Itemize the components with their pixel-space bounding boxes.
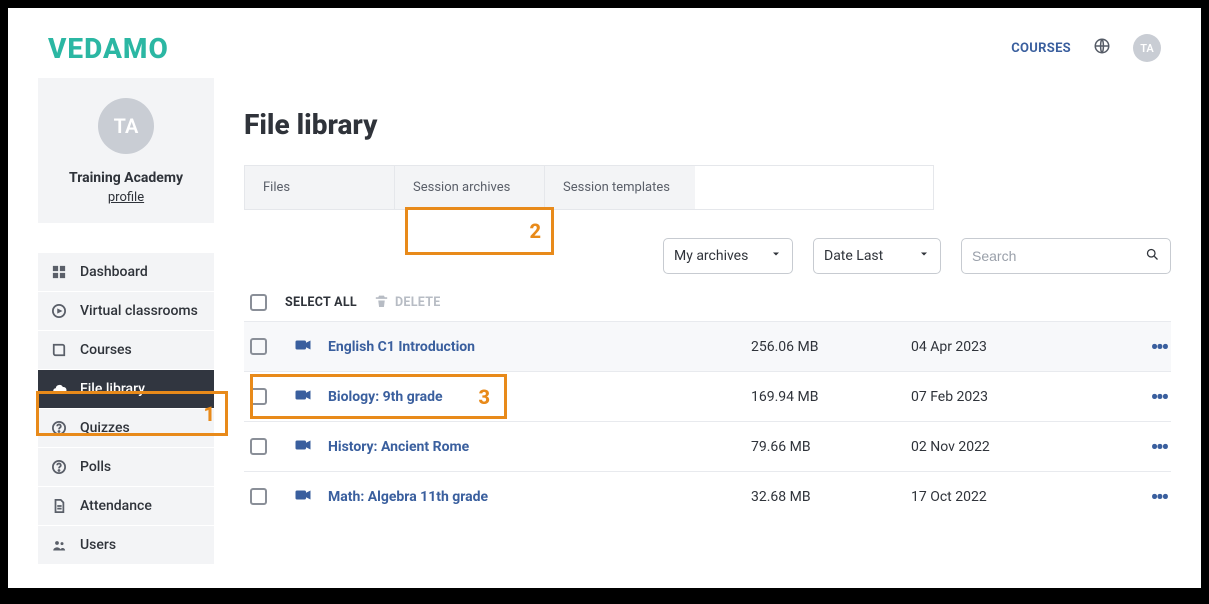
table-row[interactable]: Biology: 9th grade 169.94 MB 07 Feb 2023… [244,371,1171,421]
row-menu-icon[interactable]: ••• [1111,435,1171,459]
sidebar-item-label: Courses [80,342,132,358]
search-icon[interactable] [1145,247,1160,266]
tab-files[interactable]: Files [245,166,395,209]
row-size: 256.06 MB [751,339,911,355]
tabs: Files Session archives Session templates [244,165,934,210]
org-card: TA Training Academy profile [38,78,214,223]
tab-session-templates[interactable]: Session templates [545,166,695,209]
org-name: Training Academy [48,170,204,186]
row-name-link[interactable]: Biology: 9th grade [328,389,751,405]
row-name-link[interactable]: English C1 Introduction [328,339,751,355]
row-checkbox[interactable] [250,488,267,505]
users-icon [51,538,67,553]
controls: My archives Date Last [244,238,1171,274]
row-checkbox[interactable] [250,438,267,455]
sidebar-item-polls[interactable]: Polls [38,448,214,486]
sidebar-nav: Dashboard Virtual classrooms Courses Fil… [38,253,214,564]
sidebar-item-quizzes[interactable]: Quizzes [38,409,214,447]
book-icon [51,343,67,357]
row-date: 17 Oct 2022 [911,489,1111,505]
row-menu-icon[interactable]: ••• [1111,335,1171,359]
topbar-right: COURSES TA [1011,34,1161,62]
sort-select[interactable]: Date Last [813,238,941,274]
row-menu-icon[interactable]: ••• [1111,385,1171,409]
row-size: 169.94 MB [751,389,911,405]
chevron-down-icon [918,248,930,264]
select-all-button[interactable]: SELECT ALL [285,295,357,310]
sidebar-item-dashboard[interactable]: Dashboard [38,253,214,291]
table-row[interactable]: English C1 Introduction 256.06 MB 04 Apr… [244,321,1171,371]
sidebar-item-file-library[interactable]: File library [38,370,214,408]
row-date: 02 Nov 2022 [911,439,1111,455]
question-icon [51,460,67,474]
bulkbar: SELECT ALL DELETE [244,288,1171,321]
tab-session-archives[interactable]: Session archives [395,166,545,209]
search-box[interactable] [961,238,1171,274]
sidebar-item-attendance[interactable]: Attendance [38,487,214,525]
sidebar-item-label: File library [80,381,145,397]
sidebar-item-label: Attendance [80,498,152,514]
row-size: 32.68 MB [751,489,911,505]
select-value: My archives [674,248,748,264]
cloud-upload-icon [51,382,67,397]
sidebar-item-virtual-classrooms[interactable]: Virtual classrooms [38,292,214,330]
org-profile-link[interactable]: profile [108,190,144,205]
row-date: 04 Apr 2023 [911,339,1111,355]
chevron-down-icon [770,248,782,264]
archive-scope-select[interactable]: My archives [663,238,793,274]
question-icon [51,421,67,435]
sidebar-item-label: Polls [80,459,111,475]
avatar[interactable]: TA [1133,34,1161,62]
table-row[interactable]: History: Ancient Rome 79.66 MB 02 Nov 20… [244,421,1171,471]
page-title: File library [244,108,1171,141]
table-row[interactable]: Math: Algebra 11th grade 32.68 MB 17 Oct… [244,471,1171,521]
row-name-link[interactable]: History: Ancient Rome [328,439,751,455]
topbar: VEDAMO COURSES TA [8,8,1201,78]
file-icon [51,499,67,513]
sidebar-item-label: Quizzes [80,420,130,436]
play-circle-icon [51,304,67,318]
grid-icon [51,265,67,279]
camera-icon [294,386,328,408]
row-size: 79.66 MB [751,439,911,455]
row-name-link[interactable]: Math: Algebra 11th grade [328,489,751,505]
camera-icon [294,336,328,358]
sidebar-item-users[interactable]: Users [38,526,214,564]
search-input[interactable] [972,248,1145,264]
courses-link[interactable]: COURSES [1011,41,1071,56]
delete-label: DELETE [395,295,441,310]
brand-logo: VEDAMO [48,32,169,65]
sidebar-item-courses[interactable]: Courses [38,331,214,369]
delete-button[interactable]: DELETE [375,294,441,311]
main: File library Files Session archives Sess… [214,78,1201,588]
select-all-checkbox[interactable] [250,294,267,311]
row-menu-icon[interactable]: ••• [1111,485,1171,509]
row-date: 07 Feb 2023 [911,389,1111,405]
sidebar-item-label: Virtual classrooms [80,303,198,319]
sidebar: TA Training Academy profile Dashboard Vi… [8,78,214,588]
sidebar-item-label: Users [80,537,116,553]
camera-icon [294,436,328,458]
globe-icon[interactable] [1093,37,1111,59]
org-avatar: TA [98,98,154,154]
row-checkbox[interactable] [250,338,267,355]
row-checkbox[interactable] [250,388,267,405]
camera-icon [294,486,328,508]
select-value: Date Last [824,248,883,264]
trash-icon [375,294,388,311]
sidebar-item-label: Dashboard [80,264,148,280]
